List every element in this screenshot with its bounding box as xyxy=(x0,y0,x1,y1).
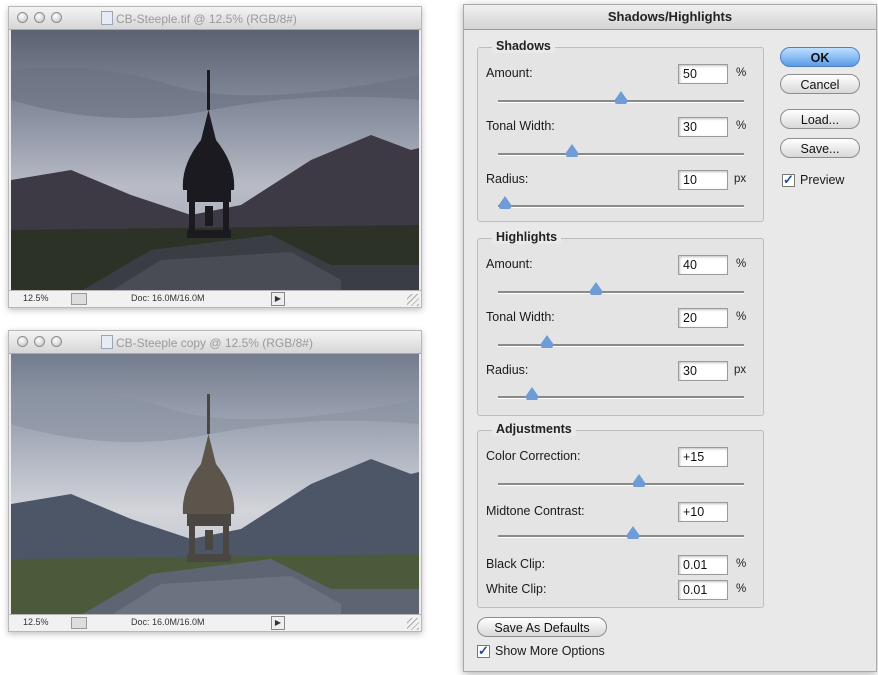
document-icon xyxy=(101,335,113,349)
black-clip-unit: % xyxy=(736,558,747,570)
color-correction-field[interactable]: +15 xyxy=(678,447,728,467)
black-clip-field[interactable]: 0.01 xyxy=(678,555,728,575)
preview-checkbox[interactable]: ✓ xyxy=(782,172,795,187)
highlights-legend: Highlights xyxy=(492,230,562,244)
save-as-defaults-button[interactable]: Save As Defaults xyxy=(477,617,607,637)
slider-thumb-icon[interactable] xyxy=(498,196,513,209)
window-titlebar[interactable]: CB-Steeple.tif @ 12.5% (RGB/8#) xyxy=(9,7,421,30)
preview-label: Preview xyxy=(800,173,845,187)
minimize-icon[interactable] xyxy=(34,336,45,347)
dialog-title: Shadows/Highlights xyxy=(464,5,876,30)
status-bar: 12.5% Doc: 16.0M/16.0M ▶ xyxy=(9,614,421,631)
resize-grip-icon[interactable] xyxy=(407,294,419,306)
close-icon[interactable] xyxy=(17,336,28,347)
shadows-tonal-width-label: Tonal Width: xyxy=(486,119,555,133)
highlights-radius-label: Radius: xyxy=(486,363,529,377)
shadows-amount-label: Amount: xyxy=(486,66,533,80)
highlights-tonal-width-track[interactable] xyxy=(498,335,744,348)
color-correction-track[interactable] xyxy=(498,474,744,487)
shadows-amount-track[interactable] xyxy=(498,91,744,104)
slider-thumb-icon[interactable] xyxy=(540,335,555,348)
shadows-radius-unit: px xyxy=(734,173,747,185)
white-clip-unit: % xyxy=(736,583,747,595)
status-menu-arrow-icon[interactable]: ▶ xyxy=(271,616,285,630)
shadows-tonal-width-unit: % xyxy=(736,120,747,132)
highlights-amount-unit: % xyxy=(736,258,747,270)
window-title: CB-Steeple.tif @ 12.5% (RGB/8#) xyxy=(116,12,297,26)
doc-size: Doc: 16.0M/16.0M xyxy=(131,293,205,303)
zoom-toggle-icon[interactable] xyxy=(71,293,87,305)
steeple-photo-adjusted xyxy=(11,354,419,615)
black-clip-label: Black Clip: xyxy=(486,557,546,571)
document-icon xyxy=(101,11,113,25)
checkmark-icon: ✓ xyxy=(478,643,489,658)
highlights-tonal-width-field[interactable]: 20 xyxy=(678,308,728,328)
slider-thumb-icon[interactable] xyxy=(626,526,641,539)
shadows-highlights-dialog[interactable]: Shadows/Highlights Shadows Amount: 50 % … xyxy=(463,4,877,672)
photo-canvas[interactable] xyxy=(11,30,419,291)
photo-canvas[interactable] xyxy=(11,354,419,615)
adjustments-group: Adjustments Color Correction: +15 Midton… xyxy=(477,422,764,608)
close-icon[interactable] xyxy=(17,12,28,23)
show-more-options-label: Show More Options xyxy=(495,644,605,658)
doc-size: Doc: 16.0M/16.0M xyxy=(131,617,205,627)
zoom-icon[interactable] xyxy=(51,336,62,347)
highlights-amount-track[interactable] xyxy=(498,282,744,295)
zoom-level[interactable]: 12.5% xyxy=(23,293,49,303)
highlights-radius-track[interactable] xyxy=(498,387,744,400)
window-titlebar[interactable]: CB-Steeple copy @ 12.5% (RGB/8#) xyxy=(9,331,421,354)
shadows-tonal-width-track[interactable] xyxy=(498,144,744,157)
save-button[interactable]: Save... xyxy=(780,138,860,158)
shadows-legend: Shadows xyxy=(492,39,555,53)
cancel-button[interactable]: Cancel xyxy=(780,74,860,94)
white-clip-label: White Clip: xyxy=(486,582,547,596)
slider-thumb-icon[interactable] xyxy=(589,282,604,295)
resize-grip-icon[interactable] xyxy=(407,618,419,630)
window-title: CB-Steeple copy @ 12.5% (RGB/8#) xyxy=(116,336,313,350)
status-menu-arrow-icon[interactable]: ▶ xyxy=(271,292,285,306)
highlights-radius-unit: px xyxy=(734,364,747,376)
highlights-tonal-width-label: Tonal Width: xyxy=(486,310,555,324)
load-button[interactable]: Load... xyxy=(780,109,860,129)
zoom-toggle-icon[interactable] xyxy=(71,617,87,629)
checkmark-icon: ✓ xyxy=(783,172,794,187)
midtone-contrast-field[interactable]: +10 xyxy=(678,502,728,522)
midtone-contrast-track[interactable] xyxy=(498,526,744,539)
slider-thumb-icon[interactable] xyxy=(632,474,647,487)
shadows-amount-unit: % xyxy=(736,67,747,79)
adjustments-legend: Adjustments xyxy=(492,422,576,436)
zoom-icon[interactable] xyxy=(51,12,62,23)
midtone-contrast-label: Midtone Contrast: xyxy=(486,504,585,518)
slider-thumb-icon[interactable] xyxy=(525,387,540,400)
highlights-radius-field[interactable]: 30 xyxy=(678,361,728,381)
slider-thumb-icon[interactable] xyxy=(614,91,628,104)
white-clip-field[interactable]: 0.01 xyxy=(678,580,728,600)
slider-thumb-icon[interactable] xyxy=(564,144,579,157)
highlights-amount-label: Amount: xyxy=(486,257,533,271)
shadows-radius-field[interactable]: 10 xyxy=(678,170,728,190)
ok-button[interactable]: OK xyxy=(780,47,860,67)
document-window-copy[interactable]: CB-Steeple copy @ 12.5% (RGB/8#) 12.5% D… xyxy=(8,330,422,632)
show-more-options-checkbox[interactable]: ✓ xyxy=(477,643,490,658)
minimize-icon[interactable] xyxy=(34,12,45,23)
highlights-amount-field[interactable]: 40 xyxy=(678,255,728,275)
color-correction-label: Color Correction: xyxy=(486,449,581,463)
shadows-amount-field[interactable]: 50 xyxy=(678,64,728,84)
zoom-level[interactable]: 12.5% xyxy=(23,617,49,627)
highlights-tonal-width-unit: % xyxy=(736,311,747,323)
document-window-original[interactable]: CB-Steeple.tif @ 12.5% (RGB/8#) 12.5% Do… xyxy=(8,6,422,308)
status-bar: 12.5% Doc: 16.0M/16.0M ▶ xyxy=(9,290,421,307)
shadows-group: Shadows Amount: 50 % Tonal Width: 30 % R… xyxy=(477,39,764,222)
highlights-group: Highlights Amount: 40 % Tonal Width: 20 … xyxy=(477,230,764,416)
shadows-radius-label: Radius: xyxy=(486,172,529,186)
shadows-tonal-width-field[interactable]: 30 xyxy=(678,117,728,137)
shadows-radius-track[interactable] xyxy=(498,196,744,209)
steeple-photo xyxy=(11,30,419,291)
